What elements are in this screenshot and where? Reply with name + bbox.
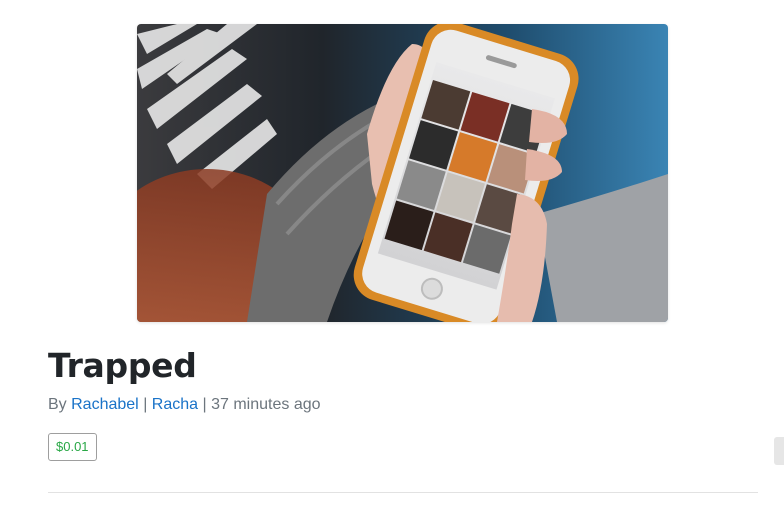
author-link[interactable]: Rachabel	[71, 396, 139, 413]
secondary-author-link[interactable]: Racha	[152, 396, 198, 413]
byline-prefix: By	[48, 396, 67, 413]
post-card: Trapped By Rachabel | Racha | 37 minutes…	[0, 0, 784, 519]
byline-separator: |	[143, 396, 148, 413]
byline-separator: |	[202, 396, 207, 413]
divider	[48, 492, 758, 493]
byline: By Rachabel | Racha | 37 minutes ago	[48, 396, 321, 414]
hero-image[interactable]	[137, 24, 668, 322]
price-badge[interactable]: $0.01	[48, 433, 97, 461]
hero-photo-icon	[137, 24, 668, 322]
post-title: Trapped	[48, 346, 197, 385]
side-scroll-tab[interactable]	[774, 437, 784, 465]
post-timestamp: 37 minutes ago	[211, 396, 321, 413]
